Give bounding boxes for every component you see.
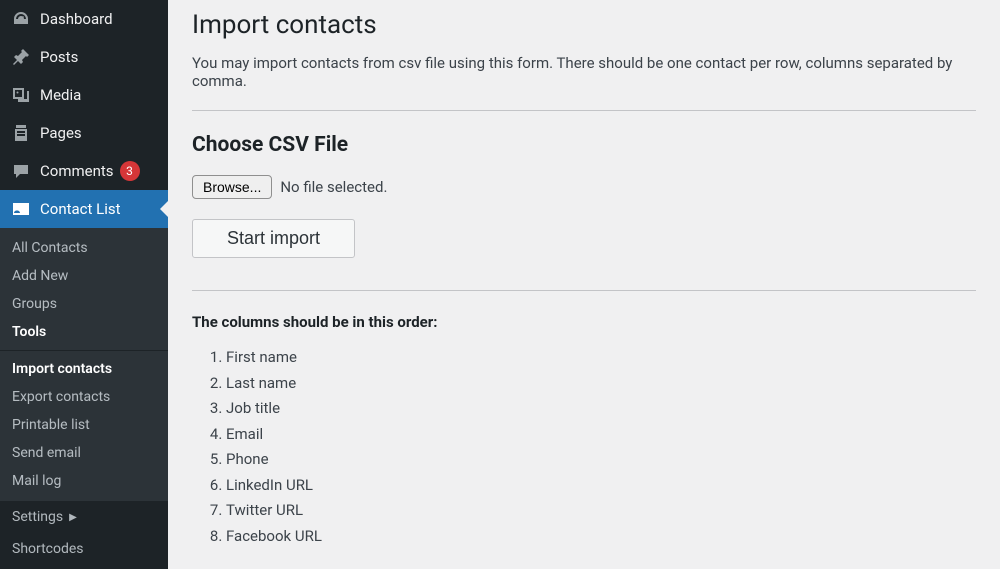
sidebar-item-label: Media [40,86,81,104]
intro-text: You may import contacts from csv file us… [192,54,976,90]
divider [192,110,976,111]
sidebar-item-label: Contact List [40,200,121,218]
section-title-choose-csv: Choose CSV File [192,133,976,157]
submenu-item-all-contacts[interactable]: All Contacts [0,234,168,262]
comments-icon [10,160,32,182]
column-item: Email [226,422,976,448]
sidebar-item-posts[interactable]: Posts [0,38,168,76]
sidebar-item-contact-list[interactable]: Contact List [0,190,168,228]
sidebar-item-settings[interactable]: Settings ▶ [0,501,168,533]
pin-icon [10,46,32,68]
column-item: Job title [226,396,976,422]
sidebar-item-label: Posts [40,48,78,66]
submenu-item-tools[interactable]: Tools [0,318,168,346]
file-input-row: Browse... No file selected. [192,175,976,199]
sidebar-item-label: Comments [40,162,114,180]
divider [192,290,976,291]
sidebar-item-shortcodes[interactable]: Shortcodes [0,533,168,565]
start-import-button[interactable]: Start import [192,219,355,258]
column-item: Facebook URL [226,524,976,550]
sidebar-submenu: All Contacts Add New Groups Tools Import… [0,228,168,501]
sidebar-item-comments[interactable]: Comments 3 [0,152,168,190]
media-icon [10,84,32,106]
sidebar-item-pages[interactable]: Pages [0,114,168,152]
admin-sidebar: Dashboard Posts Media Pages Comments 3 C… [0,0,168,569]
sidebar-item-dashboard[interactable]: Dashboard [0,0,168,38]
submenu-item-send-email[interactable]: Send email [0,439,168,467]
submenu-item-add-new[interactable]: Add New [0,262,168,290]
browse-button[interactable]: Browse... [192,175,272,199]
submenu-item-export-contacts[interactable]: Export contacts [0,383,168,411]
file-status-text: No file selected. [280,178,387,196]
pages-icon [10,122,32,144]
submenu-item-import-contacts[interactable]: Import contacts [0,355,168,383]
submenu-item-groups[interactable]: Groups [0,290,168,318]
submenu-separator [0,350,168,351]
chevron-right-icon: ▶ [69,512,77,523]
columns-list: First name Last name Job title Email Pho… [192,345,976,549]
columns-order-title: The columns should be in this order: [192,313,976,331]
page-title: Import contacts [192,10,976,40]
sidebar-item-media[interactable]: Media [0,76,168,114]
sidebar-item-label: Settings [12,509,63,525]
column-item: Phone [226,447,976,473]
column-item: Twitter URL [226,498,976,524]
sidebar-item-label: Dashboard [40,10,113,28]
card-icon [10,198,32,220]
sidebar-item-label: Shortcodes [12,541,84,557]
main-content: Import contacts You may import contacts … [168,0,1000,569]
submenu-item-mail-log[interactable]: Mail log [0,467,168,495]
column-item: First name [226,345,976,371]
sidebar-item-label: Pages [40,124,82,142]
dashboard-icon [10,8,32,30]
comments-badge: 3 [120,161,140,181]
column-item: Last name [226,371,976,397]
submenu-item-printable-list[interactable]: Printable list [0,411,168,439]
column-item: LinkedIn URL [226,473,976,499]
